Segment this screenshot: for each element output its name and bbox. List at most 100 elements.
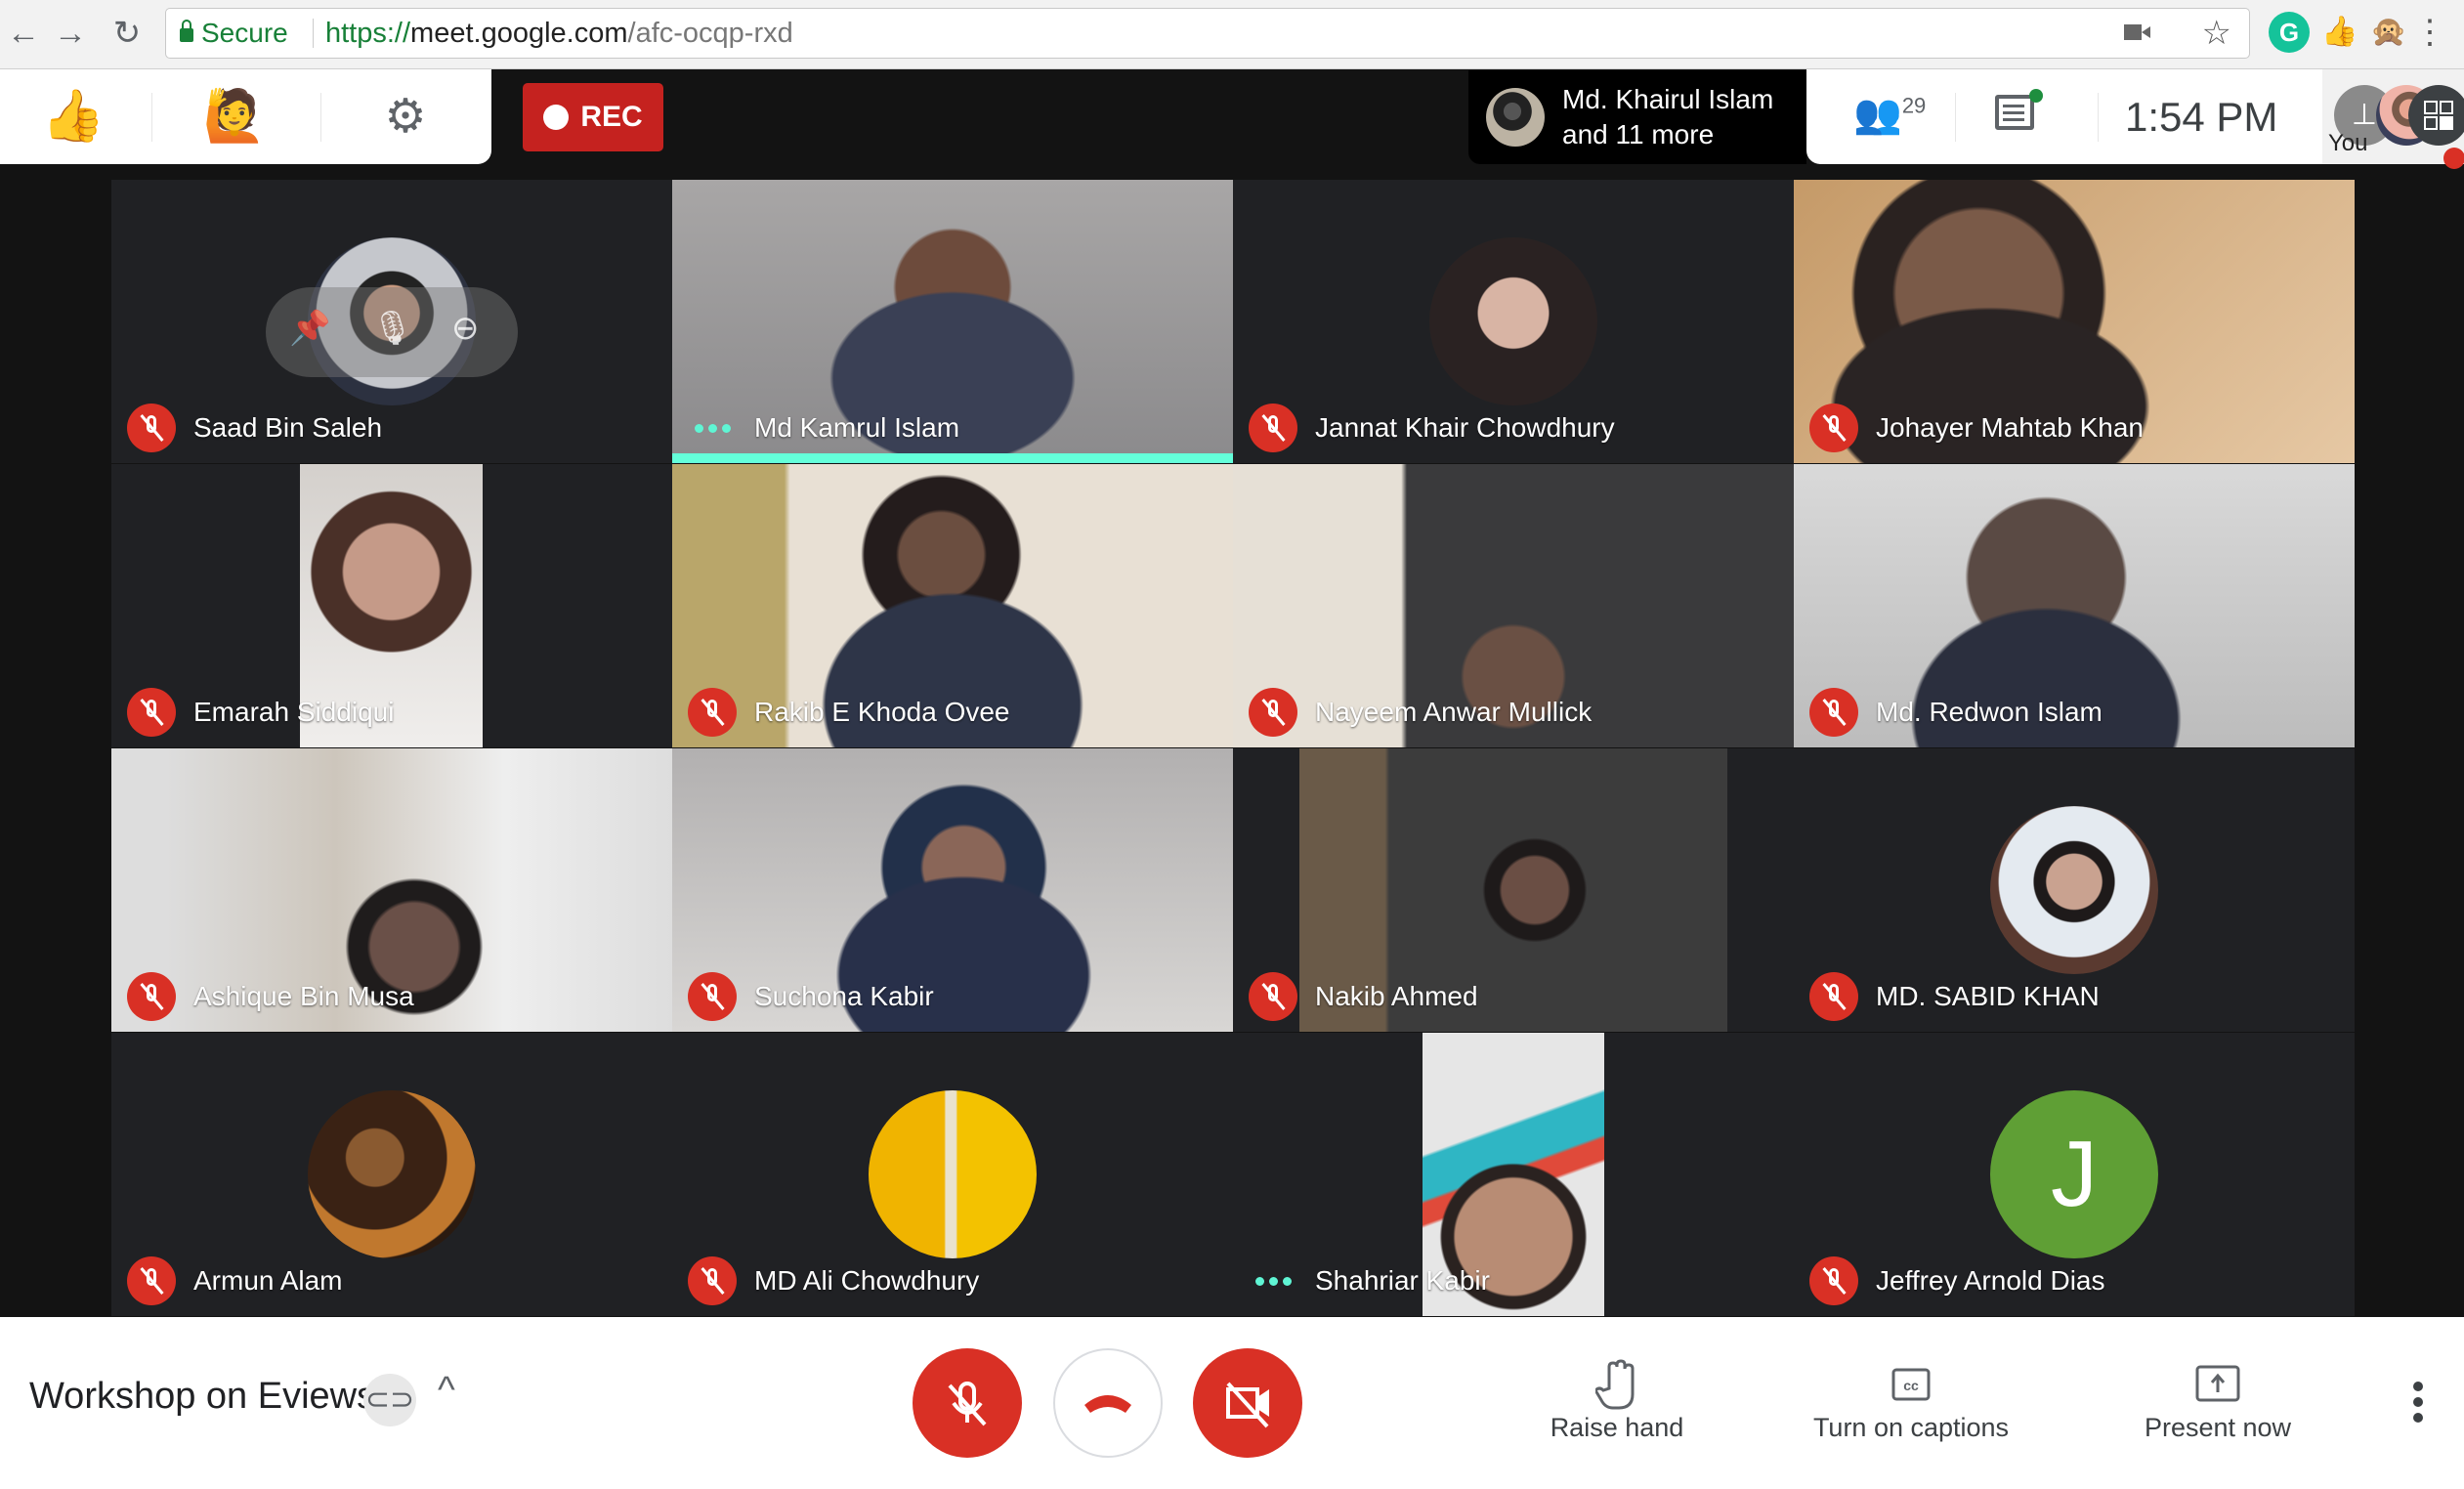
participant-tile[interactable]: Jannat Khair Chowdhury	[1233, 180, 1794, 463]
participant-name: Nakib Ahmed	[1315, 981, 1478, 1011]
microphone-toggle-button[interactable]	[913, 1348, 1022, 1458]
participant-name: Md. Redwon Islam	[1876, 697, 2103, 727]
chat-icon[interactable]	[1995, 95, 2034, 130]
secure-indicator[interactable]: Secure	[180, 9, 288, 58]
participant-grid: 📌 🎙 ⊖ Saad Bin Saleh Md Kamrul Islam Jan…	[111, 180, 2356, 1317]
layout-grid-icon[interactable]	[2408, 85, 2464, 146]
muted-mic-icon	[127, 972, 176, 1021]
participant-name: MD. SABID KHAN	[1876, 981, 2100, 1011]
present-icon	[2140, 1356, 2296, 1413]
participant-name: Shahriar Kabir	[1315, 1265, 1490, 1296]
record-dot-icon	[543, 105, 570, 130]
participant-name: Rakib E Khoda Ovee	[754, 697, 1010, 727]
captions-button[interactable]: cc Turn on captions	[1798, 1356, 2024, 1443]
attachment-icon[interactable]: ⊂⊃	[363, 1374, 416, 1426]
mute-participant-icon[interactable]: 🎙	[371, 309, 413, 348]
camera-off-icon	[1226, 1382, 1269, 1428]
muted-mic-icon	[127, 688, 176, 737]
participant-name: Nayeem Anwar Mullick	[1315, 697, 1593, 727]
speaking-indicator-icon	[688, 423, 737, 433]
muted-mic-icon	[1809, 404, 1858, 452]
muted-mic-icon	[1809, 1256, 1858, 1305]
tile-hover-controls: 📌 🎙 ⊖	[266, 287, 518, 377]
back-button[interactable]: ←	[4, 12, 43, 55]
participant-name: Jeffrey Arnold Dias	[1876, 1265, 2105, 1296]
grammarly-icon[interactable]: G	[2269, 12, 2310, 53]
unread-dot	[2029, 89, 2043, 103]
participant-tile[interactable]: Md Kamrul Islam	[672, 180, 1233, 463]
participant-name: Jannat Khair Chowdhury	[1315, 412, 1615, 443]
camera-toggle-button[interactable]	[1193, 1348, 1302, 1458]
preview-more: and 11 more	[1562, 119, 1715, 149]
address-bar[interactable]: Secure https://meet.google.com/afc-ocqp-…	[165, 8, 2250, 59]
participant-tile[interactable]: Ashique Bin Musa	[111, 748, 672, 1032]
participant-tile[interactable]: Suchona Kabir	[672, 748, 1233, 1032]
camera-icon[interactable]	[2124, 24, 2150, 40]
participant-name: Md Kamrul Islam	[754, 412, 960, 443]
participant-tile[interactable]: Armun Alam	[111, 1033, 672, 1316]
raise-hand-button[interactable]: Raise hand	[1539, 1356, 1695, 1443]
initial-avatar: J	[1990, 1090, 2158, 1258]
avatar	[1429, 237, 1597, 405]
participant-name: Suchona Kabir	[754, 981, 934, 1011]
participant-name: MD Ali Chowdhury	[754, 1265, 980, 1296]
browser-toolbar: ← → ↻ Secure https://meet.google.com/afc…	[0, 0, 2464, 69]
participant-tile[interactable]: 📌 🎙 ⊖ Saad Bin Saleh	[111, 180, 672, 463]
muted-mic-icon	[688, 972, 737, 1021]
meeting-title[interactable]: Workshop on Eviews	[29, 1376, 375, 1418]
participant-tile[interactable]: Johayer Mahtab Khan	[1794, 180, 2355, 463]
self-view[interactable]: ⊥ You	[2322, 69, 2464, 169]
more-options-icon[interactable]	[2413, 1382, 2425, 1428]
phone-hangup-icon	[1084, 1395, 1131, 1413]
pin-icon[interactable]: 📌	[289, 309, 330, 348]
clock: 1:54 PM	[2125, 94, 2278, 140]
participant-tile[interactable]: Rakib E Khoda Ovee	[672, 464, 1233, 747]
hang-up-button[interactable]	[1053, 1348, 1163, 1458]
recording-button[interactable]: REC	[523, 83, 663, 151]
avatar	[1990, 806, 2158, 974]
participant-name: Armun Alam	[193, 1265, 343, 1296]
speaking-indicator-icon	[1249, 1276, 1297, 1286]
participant-name: Saad Bin Saleh	[193, 412, 383, 443]
chevron-up-icon[interactable]: ^	[438, 1370, 455, 1412]
active-speaker-bar	[672, 453, 1233, 463]
people-button[interactable]: 👥29	[1853, 91, 1926, 137]
header-right-panel: 👥29 1:54 PM	[1806, 69, 2322, 164]
muted-mic-icon	[1809, 688, 1858, 737]
star-icon[interactable]: ☆	[2202, 11, 2231, 56]
participant-tile[interactable]: Shahriar Kabir	[1233, 1033, 1794, 1316]
people-count: 29	[1901, 93, 1927, 118]
participant-tile[interactable]: Md. Redwon Islam	[1794, 464, 2355, 747]
reload-button[interactable]: ↻	[107, 12, 147, 55]
participant-name: Ashique Bin Musa	[193, 981, 414, 1011]
thumbs-up-extension-icon[interactable]: 👍	[2319, 12, 2360, 53]
forward-button[interactable]: →	[51, 12, 90, 55]
thumbs-up-button[interactable]: 👍	[20, 69, 127, 164]
self-label: You	[2328, 130, 2368, 156]
participant-tile[interactable]: J Jeffrey Arnold Dias	[1794, 1033, 2355, 1316]
participant-tile[interactable]: MD. SABID KHAN	[1794, 748, 2355, 1032]
participants-preview[interactable]: Md. Khairul Islam and 11 more	[1468, 70, 1806, 164]
participant-tile[interactable]: Emarah Siddiqui	[111, 464, 672, 747]
avatar	[869, 1090, 1037, 1258]
muted-mic-icon	[127, 404, 176, 452]
muted-mic-icon	[1249, 688, 1297, 737]
mic-off-icon	[948, 1382, 987, 1426]
hand-icon	[1539, 1356, 1695, 1413]
muted-mic-icon	[127, 1256, 176, 1305]
muted-mic-icon	[688, 688, 737, 737]
present-now-button[interactable]: Present now	[2140, 1356, 2296, 1443]
participant-tile[interactable]: Nakib Ahmed	[1233, 748, 1794, 1032]
remove-participant-icon[interactable]: ⊖	[451, 309, 480, 348]
settings-gear-icon[interactable]: ⚙	[352, 69, 459, 164]
muted-mic-icon	[1809, 972, 1858, 1021]
raise-hand-emoji-button[interactable]: 🙋	[176, 69, 293, 164]
preview-name: Md. Khairul Islam	[1562, 84, 1774, 114]
url-text[interactable]: https://meet.google.com/afc-ocqp-rxd	[325, 9, 793, 58]
monkey-extension-icon[interactable]: 🙊	[2368, 12, 2409, 53]
participant-tile[interactable]: MD Ali Chowdhury	[672, 1033, 1233, 1316]
browser-menu-icon[interactable]: ⋮	[2413, 12, 2446, 53]
participant-tile[interactable]: Nayeem Anwar Mullick	[1233, 464, 1794, 747]
self-muted-icon	[2443, 148, 2464, 169]
svg-text:cc: cc	[1903, 1378, 1919, 1393]
